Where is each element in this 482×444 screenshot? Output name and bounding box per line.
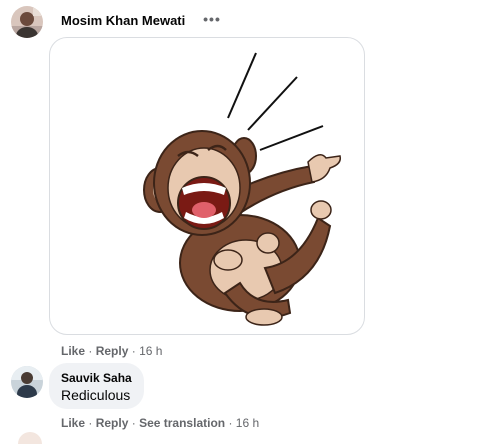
reply-button[interactable]: Reply [96,344,129,358]
see-translation-button[interactable]: See translation [139,416,225,430]
comment-author-name[interactable]: Sauvik Saha [61,371,132,386]
like-button[interactable]: Like [61,344,85,358]
comment-author-name[interactable]: Mosim Khan Mewati [61,13,185,28]
comment-actions: Like · Reply · 16 h [61,344,162,358]
laughing-monkey-sticker-icon [143,52,342,326]
separator: · [131,344,140,358]
comment-text: Rediculous [61,387,131,403]
avatar-mosim[interactable] [11,6,43,38]
separator: · [228,416,236,430]
separator: · [131,416,140,430]
reply-button[interactable]: Reply [96,416,129,430]
separator: · [88,416,96,430]
separator: · [88,344,96,358]
comment-actions: Like · Reply · See translation · 16 h [61,416,259,430]
like-button[interactable]: Like [61,416,85,430]
more-options-icon[interactable]: ••• [200,12,224,30]
avatar-next-comment[interactable] [18,432,42,444]
comment-timestamp[interactable]: 16 h [236,416,259,430]
sticker-attachment[interactable] [49,37,365,335]
avatar-sauvik[interactable] [11,366,43,398]
comment-timestamp[interactable]: 16 h [139,344,162,358]
comment-bubble: Sauvik Saha Rediculous [49,363,144,409]
